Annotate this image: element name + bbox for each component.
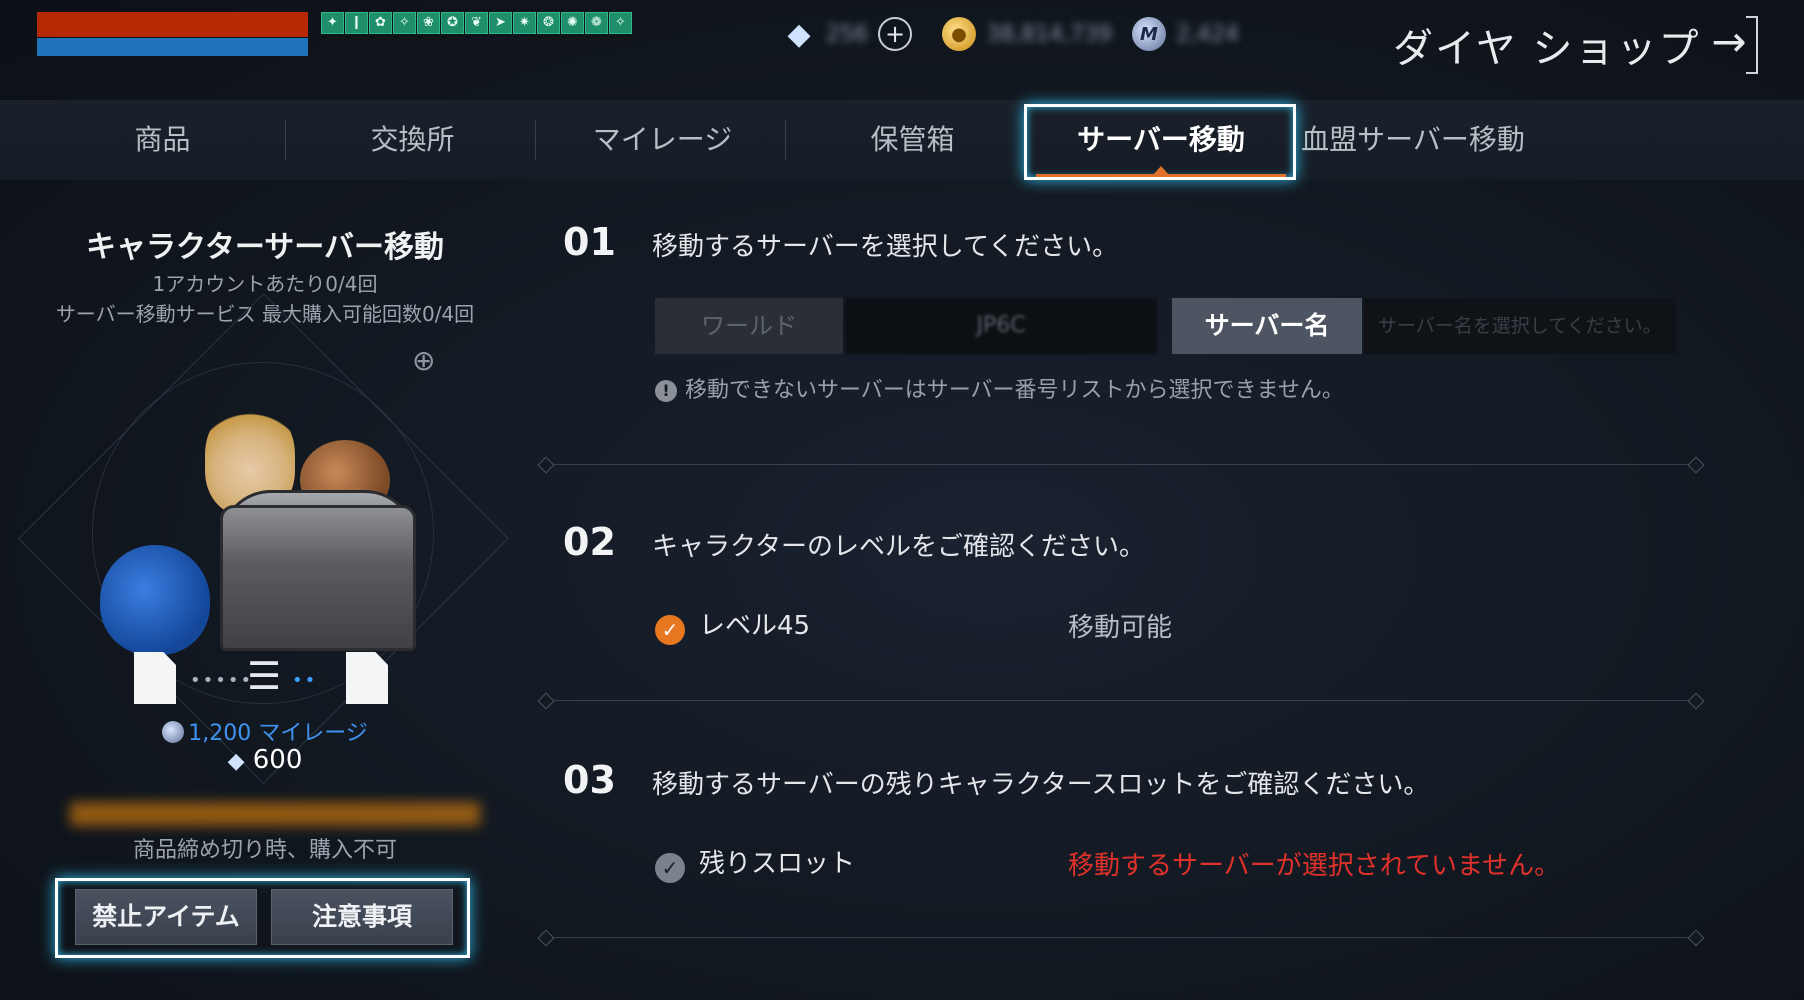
gold-currency: ● 38,814,739 bbox=[942, 14, 1112, 54]
server-warning: ! 移動できないサーバーはサーバー番号リストから選択できません。 bbox=[655, 372, 1344, 404]
mileage-currency: M 2,424 bbox=[1132, 14, 1239, 54]
buff-icon: ✪ bbox=[441, 12, 464, 34]
shop-title: ダイヤ ショップ bbox=[1393, 26, 1701, 72]
transfer-dots: ••••• bbox=[190, 670, 254, 691]
transfer-dots: •• bbox=[292, 670, 318, 691]
buff-icon: ❁ bbox=[585, 12, 608, 34]
buff-icon: ❀ bbox=[417, 12, 440, 34]
section-divider bbox=[545, 937, 1697, 938]
tab-mileage[interactable]: マイレージ bbox=[560, 100, 765, 180]
tab-clan-server-transfer[interactable]: 血盟サーバー移動 bbox=[1298, 100, 1528, 180]
level-check-row: ✓ レベル45 bbox=[655, 605, 810, 645]
buff-icon: ✦ bbox=[321, 12, 344, 34]
divider-diamond-icon bbox=[1687, 929, 1705, 947]
divider-diamond-icon bbox=[537, 456, 555, 474]
deadline-note: 商品締め切り時、購入不可 bbox=[132, 838, 397, 863]
mileage-amount: 2,424 bbox=[1176, 21, 1239, 47]
level-status: 移動可能 bbox=[1068, 613, 1173, 643]
tab-products[interactable]: 商品 bbox=[60, 100, 265, 180]
notice-button[interactable]: 注意事項 bbox=[271, 889, 453, 945]
server-name-select[interactable]: サーバー名を選択してください。 bbox=[1364, 298, 1676, 354]
buff-icon: ✷ bbox=[513, 12, 536, 34]
divider-diamond-icon bbox=[537, 929, 555, 947]
step-number: 03 bbox=[563, 758, 616, 802]
tab-storage[interactable]: 保管箱 bbox=[810, 100, 1015, 180]
sale-period: 2023.05.27 19:00 ~ 2023.05.27 20:00 bbox=[70, 802, 480, 826]
buff-icon: ✧ bbox=[609, 12, 632, 34]
mp-bar bbox=[37, 38, 308, 56]
world-value: JP6C bbox=[845, 298, 1157, 354]
buff-icon: ✿ bbox=[369, 12, 392, 34]
tab-divider bbox=[285, 120, 286, 160]
section-divider bbox=[545, 700, 1697, 701]
server-list-icon: ☰ bbox=[246, 654, 282, 698]
tab-divider bbox=[535, 120, 536, 160]
zoom-in-icon[interactable]: ⊕ bbox=[412, 344, 446, 378]
per-account-limit: 1アカウントあたり0/4回 bbox=[152, 272, 378, 296]
exit-button[interactable]: → bbox=[1700, 14, 1758, 74]
gold-coin-icon: ● bbox=[942, 17, 976, 51]
tab-divider bbox=[785, 120, 786, 160]
mileage-coin-icon bbox=[162, 721, 185, 743]
document-icon bbox=[346, 652, 388, 704]
forbidden-items-button[interactable]: 禁止アイテム bbox=[75, 889, 257, 945]
buff-icon: ❦ bbox=[465, 12, 488, 34]
blue-pouch-image bbox=[100, 545, 210, 655]
buff-icon: ✧ bbox=[393, 12, 416, 34]
treasure-chest-image bbox=[220, 505, 416, 651]
world-label: ワールド bbox=[655, 298, 843, 354]
diamond-amount: 256 bbox=[826, 21, 868, 47]
buff-icon-row: ✦ ❙ ✿ ✧ ❀ ✪ ❦ ➤ ✷ ❂ ✺ ❁ ✧ bbox=[321, 12, 632, 34]
tab-exchange[interactable]: 交換所 bbox=[310, 100, 515, 180]
diamond-icon: ◆ bbox=[787, 16, 811, 52]
section-divider bbox=[545, 464, 1697, 465]
check-icon: ✓ bbox=[655, 853, 685, 883]
slot-check-row: ✓ 残りスロット bbox=[655, 843, 855, 883]
step-instruction: 移動するサーバーを選択してください。 bbox=[652, 232, 1119, 262]
gold-amount: 38,814,739 bbox=[986, 21, 1112, 47]
diamond-price: ◆ 600 bbox=[227, 745, 303, 775]
divider-diamond-icon bbox=[1687, 456, 1705, 474]
diamond-currency: ◆ 256 + bbox=[782, 14, 912, 54]
buff-icon: ❙ bbox=[345, 12, 368, 34]
step-instruction: 移動するサーバーの残りキャラクタースロットをご確認ください。 bbox=[652, 770, 1430, 800]
exit-arrow-icon: → bbox=[1711, 17, 1747, 66]
step-number: 02 bbox=[563, 520, 616, 564]
mileage-coin-icon: M bbox=[1132, 17, 1166, 51]
hp-bar bbox=[37, 12, 308, 37]
server-name-label: サーバー名 bbox=[1172, 298, 1362, 354]
active-tab-caret-icon bbox=[1153, 166, 1169, 175]
diamond-icon: ◆ bbox=[227, 749, 245, 774]
step-number: 01 bbox=[563, 220, 616, 264]
step-instruction: キャラクターのレベルをご確認ください。 bbox=[652, 532, 1145, 562]
exclamation-icon: ! bbox=[655, 380, 677, 402]
slot-status-error: 移動するサーバーが選択されていません。 bbox=[1068, 851, 1561, 881]
add-diamond-button[interactable]: + bbox=[878, 17, 912, 51]
document-icon bbox=[134, 652, 176, 704]
divider-diamond-icon bbox=[537, 692, 555, 710]
divider-diamond-icon bbox=[1687, 692, 1705, 710]
mileage-price: 1,200 マイレージ bbox=[0, 715, 530, 747]
product-title: キャラクターサーバー移動 bbox=[86, 230, 444, 265]
buff-icon: ✺ bbox=[561, 12, 584, 34]
check-icon: ✓ bbox=[655, 615, 685, 645]
buff-icon: ❂ bbox=[537, 12, 560, 34]
buff-icon: ➤ bbox=[489, 12, 512, 34]
